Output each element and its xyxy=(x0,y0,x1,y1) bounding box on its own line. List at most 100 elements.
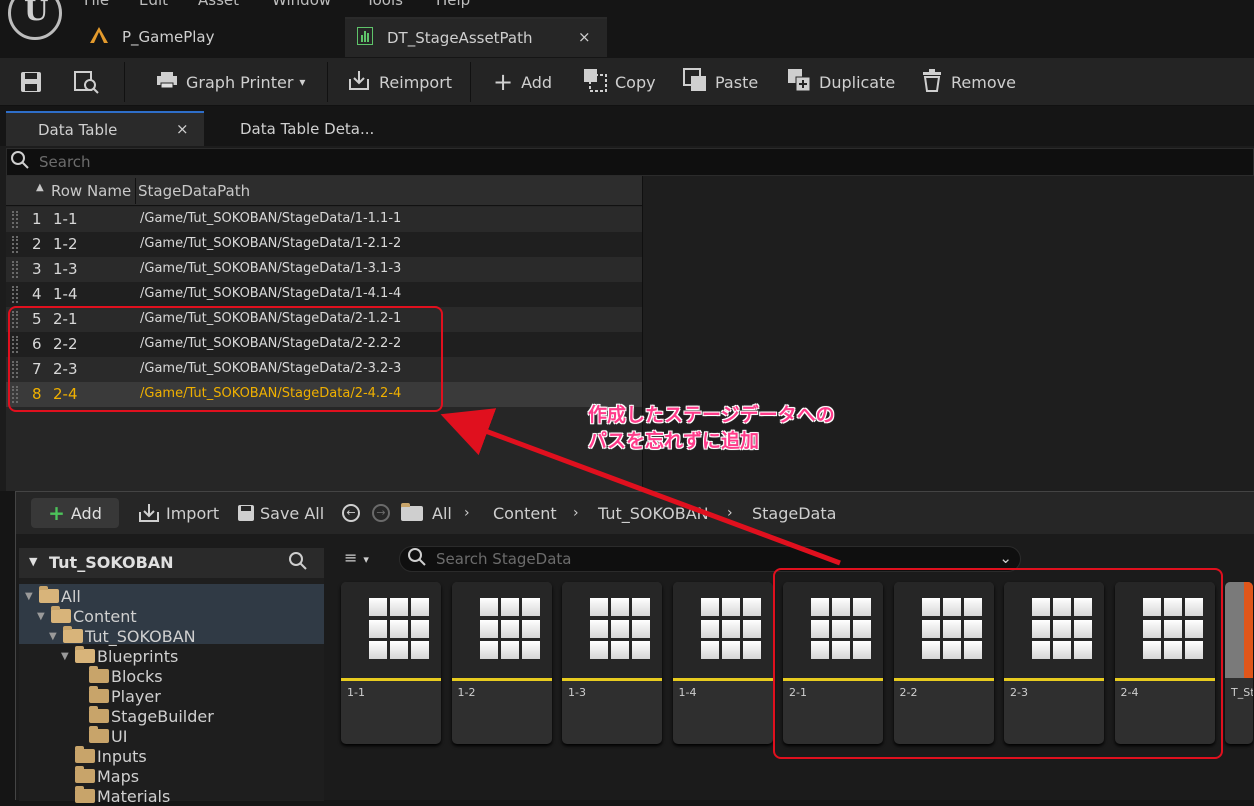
menu-help[interactable]: Help xyxy=(436,0,470,9)
close-icon[interactable]: × xyxy=(578,28,591,46)
copy-button[interactable]: Copy xyxy=(583,58,656,106)
folder-icon xyxy=(89,686,109,703)
column-header-stagedatapath[interactable]: StageDataPath xyxy=(138,182,250,200)
row-index: 4 xyxy=(32,285,42,303)
import-button[interactable]: Import xyxy=(138,492,219,534)
remove-label: Remove xyxy=(951,72,1016,92)
tree-item-player[interactable]: Player xyxy=(75,686,161,706)
import-icon xyxy=(139,504,159,522)
table-row[interactable]: 1 1-1/Game/Tut_SOKOBAN/StageData/1-1.1-1 xyxy=(6,207,642,232)
sort-ascending-icon[interactable]: ▲ xyxy=(36,182,44,193)
tree-item-ui[interactable]: UI xyxy=(75,726,127,746)
filter-icon: ≡ xyxy=(344,548,358,567)
add-button[interactable]: + Add xyxy=(31,498,119,528)
tree-item-stagebuilder[interactable]: StageBuilder xyxy=(75,706,214,726)
menu-window[interactable]: Window xyxy=(272,0,331,9)
close-icon[interactable]: × xyxy=(176,120,189,138)
menu-tools[interactable]: Tools xyxy=(366,0,403,9)
breadcrumb-stagedata[interactable]: StageData xyxy=(752,492,836,534)
tree-item-label: StageBuilder xyxy=(111,706,214,726)
tree-item-blocks[interactable]: Blocks xyxy=(75,666,163,686)
chevron-down-icon: ▾ xyxy=(363,553,369,566)
browse-button[interactable] xyxy=(74,58,100,106)
chevron-down-icon[interactable]: ▼ xyxy=(61,651,71,662)
drag-handle-icon[interactable] xyxy=(12,261,18,278)
toolbar: Graph Printer ▾ Reimport + Add Copy Past… xyxy=(0,58,1254,106)
row-name: 1-2 xyxy=(53,235,78,253)
table-row[interactable]: 2 1-2/Game/Tut_SOKOBAN/StageData/1-2.1-2 xyxy=(6,232,642,257)
menu-asset[interactable]: Asset xyxy=(198,0,239,9)
history-forward-button[interactable]: → xyxy=(372,492,390,534)
tab-dt-stageassetpath[interactable]: DT_StageAssetPath × xyxy=(345,17,607,57)
reimport-icon xyxy=(347,69,371,95)
tree-item-label: Player xyxy=(111,686,161,706)
graph-printer-button[interactable]: Graph Printer ▾ xyxy=(156,58,305,106)
folder-icon xyxy=(63,626,83,643)
tree-item-inputs[interactable]: Inputs xyxy=(61,746,147,766)
collapse-icon[interactable]: ▼ xyxy=(29,555,37,568)
duplicate-button[interactable]: Duplicate xyxy=(787,58,895,106)
asset-tile[interactable]: 1-1 xyxy=(341,582,441,744)
tree-item-label: Content xyxy=(73,606,137,626)
drag-handle-icon[interactable] xyxy=(12,211,18,228)
table-row[interactable]: 4 1-4/Game/Tut_SOKOBAN/StageData/1-4.1-4 xyxy=(6,282,642,307)
drag-handle-icon[interactable] xyxy=(12,236,18,253)
chevron-down-icon[interactable]: ▼ xyxy=(37,611,47,622)
filter-button[interactable]: ≡ ▾ xyxy=(344,548,369,567)
asset-tile[interactable]: 1-3 xyxy=(562,582,662,744)
tree-item-label: All xyxy=(61,586,81,606)
search-placeholder: Search xyxy=(39,153,91,171)
tree-item-content[interactable]: ▼ Content xyxy=(37,606,137,626)
tree-item-maps[interactable]: Maps xyxy=(61,766,139,786)
tree-item-tut-sokoban[interactable]: ▼ Tut_SOKOBAN xyxy=(49,626,196,646)
search-placeholder: Search StageData xyxy=(436,550,572,568)
chevron-right-icon[interactable]: › xyxy=(727,492,733,534)
tab-label: Data Table Deta... xyxy=(240,119,375,138)
menu-file[interactable]: File xyxy=(84,0,109,9)
back-arrow-icon: ← xyxy=(342,504,360,522)
chevron-right-icon[interactable]: › xyxy=(573,492,579,534)
tree-item-blueprints[interactable]: ▼ Blueprints xyxy=(61,646,178,666)
folder-tree-header: ▼ Tut_SOKOBAN xyxy=(19,548,324,578)
tree-item-all[interactable]: ▼ All xyxy=(25,586,81,606)
chevron-down-icon: ▾ xyxy=(299,75,306,89)
annotation-line-1: 作成したステージデータへの xyxy=(588,404,835,426)
remove-button[interactable]: Remove xyxy=(921,58,1016,106)
asset-tile[interactable]: 1-2 xyxy=(451,582,552,744)
folder-icon xyxy=(75,746,95,763)
search-icon[interactable] xyxy=(289,552,307,574)
tab-data-table-details[interactable]: Data Table Deta... xyxy=(214,111,404,146)
save-button[interactable] xyxy=(20,58,42,106)
column-header-row-name[interactable]: Row Name xyxy=(51,182,131,200)
paste-button[interactable]: Paste xyxy=(683,58,758,106)
reimport-button[interactable]: Reimport xyxy=(347,58,452,106)
asset-tile[interactable]: T_St xyxy=(1225,582,1253,744)
breadcrumb-tut-sokoban[interactable]: Tut_SOKOBAN xyxy=(598,492,709,534)
search-input[interactable]: Search xyxy=(6,148,1254,176)
data-asset-icon xyxy=(590,598,652,660)
chevron-down-icon[interactable]: ▼ xyxy=(49,631,59,642)
breadcrumb-all[interactable]: All xyxy=(432,492,452,534)
title-bar: U File Edit Asset Window Tools Help P_Ga… xyxy=(0,0,1254,60)
row-index: 1 xyxy=(32,210,42,228)
chevron-right-icon[interactable]: › xyxy=(464,492,470,534)
chevron-down-icon[interactable]: ▼ xyxy=(25,591,35,602)
history-back-button[interactable]: ← xyxy=(342,492,360,534)
level-icon xyxy=(90,27,108,47)
tab-p-gameplay[interactable]: P_GamePlay xyxy=(78,17,338,57)
unreal-logo-icon[interactable]: U xyxy=(8,0,62,40)
chevron-down-icon[interactable]: ⌄ xyxy=(999,549,1012,567)
tab-data-table[interactable]: Data Table × xyxy=(6,111,204,146)
folder-icon xyxy=(75,786,95,803)
highlight-new-assets xyxy=(773,568,1223,759)
folder-icon xyxy=(39,586,59,603)
table-row[interactable]: 3 1-3/Game/Tut_SOKOBAN/StageData/1-3.1-3 xyxy=(6,257,642,282)
drag-handle-icon[interactable] xyxy=(12,286,18,303)
menu-edit[interactable]: Edit xyxy=(139,0,168,9)
tree-item-materials[interactable]: Materials xyxy=(61,786,170,806)
add-row-button[interactable]: + Add xyxy=(493,58,552,106)
folder-icon xyxy=(75,646,95,663)
asset-tile[interactable]: 1-4 xyxy=(672,582,773,744)
breadcrumb-content[interactable]: Content xyxy=(493,492,557,534)
save-all-button[interactable]: Save All xyxy=(237,492,324,534)
